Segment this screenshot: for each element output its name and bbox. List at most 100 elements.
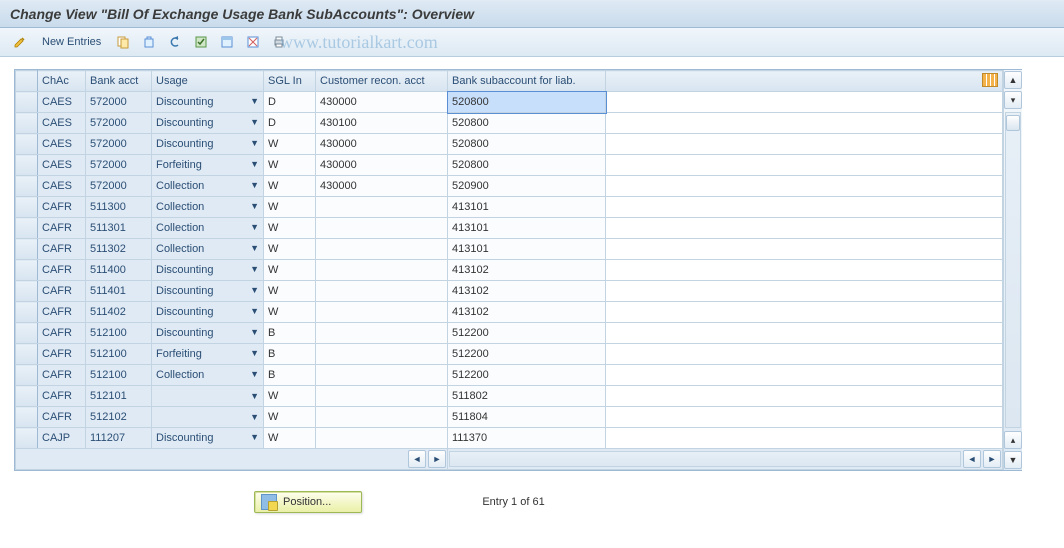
cell-usage[interactable]: ▼ (152, 386, 264, 407)
cell-sgl[interactable]: W (264, 155, 316, 176)
dropdown-arrow-icon[interactable]: ▼ (250, 96, 259, 106)
row-selector[interactable] (16, 260, 38, 281)
select-all-icon[interactable] (191, 32, 211, 52)
cell-recon[interactable] (316, 407, 448, 428)
cell-bank[interactable]: 512100 (86, 323, 152, 344)
cell-usage[interactable]: Discounting▼ (152, 260, 264, 281)
col-header-chac[interactable]: ChAc (38, 71, 86, 92)
cell-sgl[interactable]: D (264, 92, 316, 113)
cell-sgl[interactable]: D (264, 113, 316, 134)
dropdown-arrow-icon[interactable]: ▼ (250, 348, 259, 358)
dropdown-arrow-icon[interactable]: ▼ (250, 412, 259, 422)
undo-icon[interactable] (165, 32, 185, 52)
cell-sub[interactable]: 520800 (448, 155, 606, 176)
cell-usage[interactable]: Discounting▼ (152, 134, 264, 155)
cell-recon[interactable] (316, 386, 448, 407)
cell-sub[interactable]: 111370 (448, 428, 606, 449)
dropdown-arrow-icon[interactable]: ▼ (250, 432, 259, 442)
row-selector[interactable] (16, 239, 38, 260)
cell-sub[interactable]: 511804 (448, 407, 606, 428)
col-header-recon[interactable]: Customer recon. acct (316, 71, 448, 92)
new-entries-button[interactable]: New Entries (36, 34, 107, 50)
row-selector[interactable] (16, 281, 38, 302)
cell-bank[interactable]: 572000 (86, 92, 152, 113)
cell-recon[interactable] (316, 239, 448, 260)
cell-chac[interactable]: CAFR (38, 260, 86, 281)
vscroll-bottom-btn[interactable]: ▼ (1004, 451, 1022, 469)
cell-sgl[interactable]: B (264, 344, 316, 365)
cell-sub[interactable]: 511802 (448, 386, 606, 407)
cell-sub[interactable]: 413102 (448, 260, 606, 281)
cell-chac[interactable]: CAFR (38, 281, 86, 302)
cell-bank[interactable]: 511402 (86, 302, 152, 323)
dropdown-arrow-icon[interactable]: ▼ (250, 369, 259, 379)
cell-sgl[interactable]: W (264, 134, 316, 155)
table-row[interactable]: CAES572000Discounting▼D430000520800 (16, 92, 1003, 113)
cell-chac[interactable]: CAFR (38, 344, 86, 365)
cell-usage[interactable]: Discounting▼ (152, 323, 264, 344)
cell-sub[interactable]: 413101 (448, 218, 606, 239)
cell-sgl[interactable]: W (264, 428, 316, 449)
dropdown-arrow-icon[interactable]: ▼ (250, 327, 259, 337)
row-selector[interactable] (16, 113, 38, 134)
cell-chac[interactable]: CAFR (38, 365, 86, 386)
hscroll-right-btn[interactable]: ► (428, 450, 446, 468)
cell-bank[interactable]: 512100 (86, 344, 152, 365)
cell-recon[interactable]: 430000 (316, 134, 448, 155)
cell-bank[interactable]: 512102 (86, 407, 152, 428)
col-header-config[interactable] (606, 71, 1003, 92)
cell-usage[interactable]: ▼ (152, 407, 264, 428)
cell-recon[interactable] (316, 218, 448, 239)
cell-chac[interactable]: CAFR (38, 386, 86, 407)
vscroll-thumb[interactable] (1006, 115, 1020, 131)
cell-sub[interactable]: 413101 (448, 197, 606, 218)
cell-sgl[interactable]: W (264, 302, 316, 323)
cell-recon[interactable]: 430000 (316, 155, 448, 176)
cell-chac[interactable]: CAES (38, 134, 86, 155)
cell-bank[interactable]: 572000 (86, 134, 152, 155)
cell-sgl[interactable]: W (264, 386, 316, 407)
cell-usage[interactable]: Discounting▼ (152, 92, 264, 113)
cell-bank[interactable]: 511300 (86, 197, 152, 218)
position-button[interactable]: Position... (254, 491, 362, 513)
cell-bank[interactable]: 511302 (86, 239, 152, 260)
cell-sgl[interactable]: W (264, 407, 316, 428)
cell-bank[interactable]: 572000 (86, 113, 152, 134)
row-selector[interactable] (16, 344, 38, 365)
col-header-bank[interactable]: Bank acct (86, 71, 152, 92)
cell-sub[interactable]: 520800 (448, 92, 606, 113)
table-row[interactable]: CAFR511300Collection▼W413101 (16, 197, 1003, 218)
print-icon[interactable] (269, 32, 289, 52)
col-header-sub[interactable]: Bank subaccount for liab. (448, 71, 606, 92)
table-row[interactable]: CAFR511400Discounting▼W413102 (16, 260, 1003, 281)
dropdown-arrow-icon[interactable]: ▼ (250, 243, 259, 253)
cell-usage[interactable]: Discounting▼ (152, 428, 264, 449)
cell-sgl[interactable]: W (264, 176, 316, 197)
cell-sub[interactable]: 413102 (448, 281, 606, 302)
cell-chac[interactable]: CAES (38, 155, 86, 176)
row-selector[interactable] (16, 176, 38, 197)
cell-recon[interactable] (316, 197, 448, 218)
cell-bank[interactable]: 572000 (86, 155, 152, 176)
dropdown-arrow-icon[interactable]: ▼ (250, 138, 259, 148)
table-row[interactable]: CAFR512102▼W511804 (16, 407, 1003, 428)
hscroll-right2-btn[interactable]: ► (983, 450, 1001, 468)
table-row[interactable]: CAFR511302Collection▼W413101 (16, 239, 1003, 260)
row-selector[interactable] (16, 197, 38, 218)
col-header-usage[interactable]: Usage (152, 71, 264, 92)
deselect-all-icon[interactable] (243, 32, 263, 52)
cell-sgl[interactable]: W (264, 218, 316, 239)
select-block-icon[interactable] (217, 32, 237, 52)
cell-bank[interactable]: 511401 (86, 281, 152, 302)
row-selector[interactable] (16, 302, 38, 323)
dropdown-arrow-icon[interactable]: ▼ (250, 391, 259, 401)
hscroll-left2-btn[interactable]: ◄ (963, 450, 981, 468)
table-row[interactable]: CAES572000Collection▼W430000520900 (16, 176, 1003, 197)
vscroll-up-btn[interactable]: ▾ (1004, 91, 1022, 109)
cell-sgl[interactable]: W (264, 197, 316, 218)
cell-sgl[interactable]: W (264, 239, 316, 260)
cell-bank[interactable]: 572000 (86, 176, 152, 197)
dropdown-arrow-icon[interactable]: ▼ (250, 117, 259, 127)
cell-sub[interactable]: 512200 (448, 323, 606, 344)
dropdown-arrow-icon[interactable]: ▼ (250, 159, 259, 169)
